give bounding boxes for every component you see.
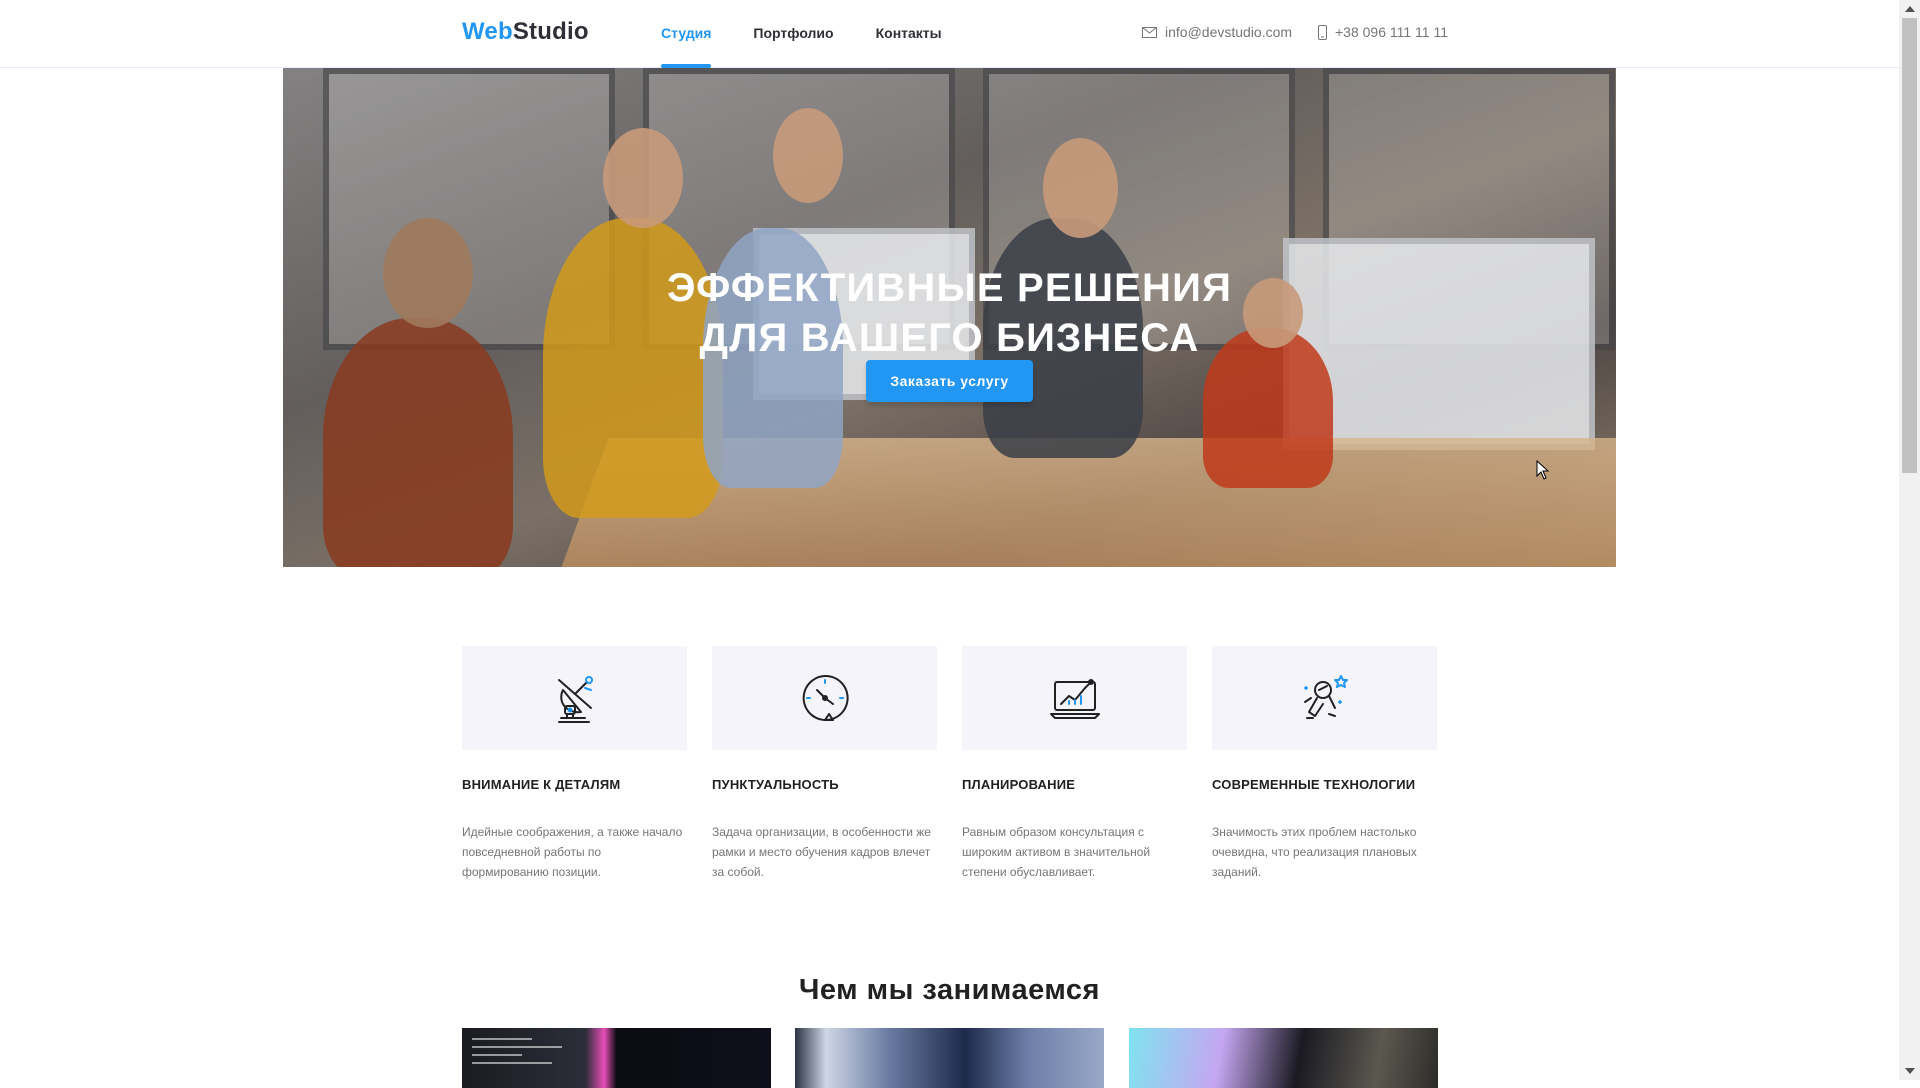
phone-text: +38 096 111 11 11 <box>1335 24 1449 40</box>
nav-item-portfolio[interactable]: Портфолио <box>753 0 833 67</box>
feature-card: ПЛАНИРОВАНИЕ Равным образом консультация… <box>962 646 1187 882</box>
feature-text: Значимость этих проблем настолько очевид… <box>1212 825 1417 879</box>
feature-card: ВНИМАНИЕ К ДЕТАЛЯМ Идейные соображения, … <box>462 646 687 882</box>
main-nav: Студия Портфолио Контакты <box>661 0 984 68</box>
phone-icon <box>1318 24 1327 40</box>
feature-icon-box <box>712 646 937 750</box>
hero-title: Эффективные решения для вашего бизнеса <box>283 263 1616 363</box>
feature-icon-box <box>1212 646 1437 750</box>
feature-text: Задача организации, в особенности же рам… <box>712 825 931 879</box>
laptop-chart-icon <box>1049 679 1100 719</box>
feature-icon-box <box>962 646 1187 750</box>
hero-bg-head <box>603 128 683 228</box>
mail-icon <box>1142 26 1157 38</box>
code-line <box>472 1038 532 1040</box>
portfolio-card-code[interactable] <box>462 1028 771 1088</box>
phone-link[interactable]: +38 096 111 11 11 <box>1318 24 1448 40</box>
scrollbar-thumb[interactable] <box>1902 18 1917 473</box>
scroll-up-arrow-icon[interactable] <box>1905 6 1915 12</box>
code-line <box>472 1046 562 1048</box>
feature-title: ПУНКТУАЛЬНОСТЬ <box>712 777 839 792</box>
nav-item-studio[interactable]: Студия <box>661 0 712 68</box>
order-service-button[interactable]: Заказать услугу <box>866 360 1033 402</box>
feature-card: СОВРЕМЕННЫЕ ТЕХНОЛОГИИ Значимость этих п… <box>1212 646 1437 882</box>
feature-card: ПУНКТУАЛЬНОСТЬ Задача организации, в осо… <box>712 646 937 882</box>
logo-part-web: Web <box>462 18 513 45</box>
feature-text: Равным образом консультация с широким ак… <box>962 825 1151 879</box>
hero-title-line-1: Эффективные решения <box>666 265 1233 310</box>
feature-title: ВНИМАНИЕ К ДЕТАЛЯМ <box>462 777 621 792</box>
features-list: ВНИМАНИЕ К ДЕТАЛЯМ Идейные соображения, … <box>462 646 1437 882</box>
page-scrollbar[interactable] <box>1899 0 1920 1080</box>
hero-bg-head <box>1043 138 1118 238</box>
clock-icon <box>802 674 849 721</box>
code-line <box>472 1054 522 1056</box>
section-title: Чем мы занимаемся <box>799 974 1100 1007</box>
portfolio-card-design[interactable] <box>1129 1028 1438 1088</box>
hero-banner: Эффективные решения для вашего бизнеса З… <box>283 68 1616 567</box>
feature-title: СОВРЕМЕННЫЕ ТЕХНОЛОГИИ <box>1212 777 1416 792</box>
email-text: info@devstudio.com <box>1165 24 1293 40</box>
nav-item-contacts[interactable]: Контакты <box>876 0 942 67</box>
portfolio-card-devices[interactable] <box>795 1028 1104 1088</box>
feature-icon-box <box>462 646 687 750</box>
email-link[interactable]: info@devstudio.com <box>1142 24 1292 40</box>
mouse-cursor-icon <box>1536 460 1550 480</box>
site-header: WebStudio Студия Портфолио Контакты info… <box>0 0 1899 68</box>
logo[interactable]: WebStudio <box>462 18 589 46</box>
scroll-down-arrow-icon[interactable] <box>1905 1068 1915 1074</box>
feature-text: Идейные соображения, а также начало повс… <box>462 825 683 879</box>
hero-bg-head <box>773 108 843 203</box>
feature-title: ПЛАНИРОВАНИЕ <box>962 777 1076 792</box>
hero-title-line-2: для вашего бизнеса <box>699 315 1200 360</box>
code-line <box>472 1062 552 1064</box>
astronaut-icon <box>1303 675 1348 719</box>
logo-part-studio: Studio <box>512 18 589 45</box>
antenna-icon <box>557 676 593 723</box>
